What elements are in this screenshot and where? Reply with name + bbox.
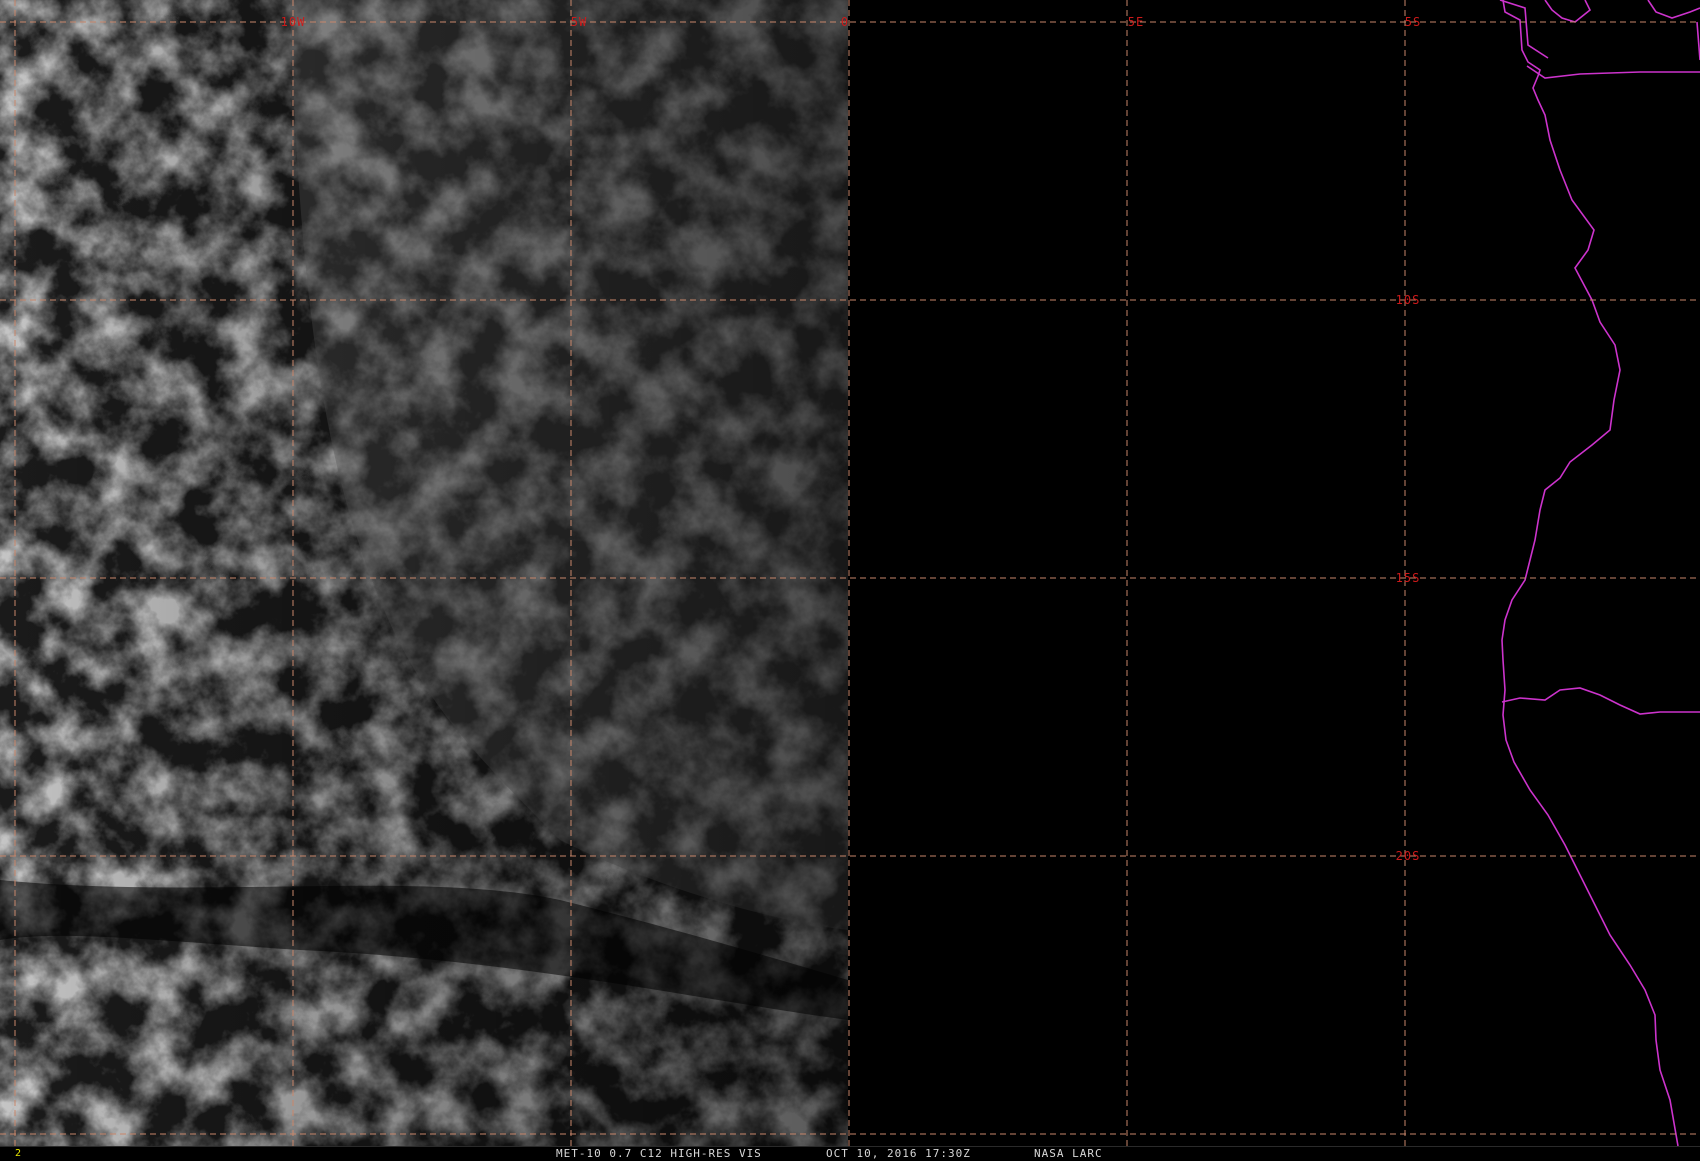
- border-north-3: [1544, 0, 1592, 23]
- longitude-label-5e: 5E: [1128, 15, 1144, 29]
- longitude-label-10w: 10W: [281, 15, 306, 29]
- african-coastline: [1501, 0, 1679, 1146]
- latitude-label-5s: 5S: [1405, 15, 1421, 29]
- daylit-cloud-field: [0, 0, 848, 1146]
- political-boundaries: [1499, 0, 1700, 1146]
- product-label: MET-10 0.7 C12 HIGH-RES VIS: [556, 1147, 762, 1160]
- latitude-label-15s: 15S: [1396, 571, 1421, 585]
- border-north-2: [1526, 65, 1700, 79]
- border-south: [1501, 687, 1700, 715]
- longitude-label-0: 0: [841, 15, 849, 29]
- frame-number: 2: [15, 1148, 22, 1159]
- border-north-1: [1499, 0, 1549, 59]
- satellite-imagery: 10W 5W 0 5E 5S 10S 15S 20S: [0, 0, 1700, 1146]
- status-bar: 2 MET-10 0.7 C12 HIGH-RES VIS OCT 10, 20…: [0, 1146, 1700, 1161]
- source-label: NASA LARC: [1034, 1147, 1103, 1160]
- border-north-4: [1647, 0, 1700, 19]
- longitude-label-5w: 5W: [571, 15, 587, 29]
- latitude-label-20s: 20S: [1396, 849, 1421, 863]
- datetime-label: OCT 10, 2016 17:30Z: [826, 1147, 971, 1160]
- latitude-label-10s: 10S: [1396, 293, 1421, 307]
- satellite-image-viewer: 10W 5W 0 5E 5S 10S 15S 20S 2 MET-10 0.7 …: [0, 0, 1700, 1161]
